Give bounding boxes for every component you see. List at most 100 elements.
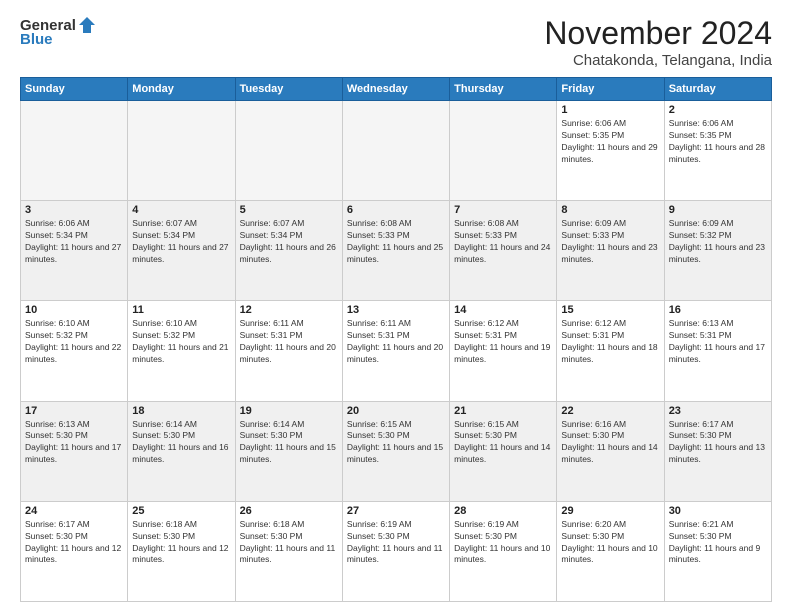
calendar-cell: 24Sunrise: 6:17 AM Sunset: 5:30 PM Dayli… [21,501,128,601]
day-info: Sunrise: 6:06 AM Sunset: 5:35 PM Dayligh… [561,118,659,166]
day-info: Sunrise: 6:13 AM Sunset: 5:31 PM Dayligh… [669,318,767,366]
col-monday: Monday [128,78,235,101]
day-info: Sunrise: 6:14 AM Sunset: 5:30 PM Dayligh… [132,419,230,467]
day-number: 9 [669,204,767,216]
day-info: Sunrise: 6:21 AM Sunset: 5:30 PM Dayligh… [669,519,767,567]
day-info: Sunrise: 6:11 AM Sunset: 5:31 PM Dayligh… [240,318,338,366]
calendar-cell: 22 Sunrise: 6:16 AM Sunset: 5:30 PM Dayli… [557,401,664,501]
calendar-cell: 16 Sunrise: 6:13 AM Sunset: 5:31 PM Dayli… [664,301,771,401]
day-info: Sunrise: 6:15 AM Sunset: 5:30 PM Dayligh… [347,419,445,467]
day-number: 19 [240,405,338,417]
calendar-cell: 10Sunrise: 6:10 AM Sunset: 5:32 PM Dayli… [21,301,128,401]
day-info: Sunrise: 6:09 AM Sunset: 5:32 PM Dayligh… [669,218,767,266]
day-number: 4 [132,204,230,216]
col-saturday: Saturday [664,78,771,101]
day-info: Sunrise: 6:07 AM Sunset: 5:34 PM Dayligh… [132,218,230,266]
day-info: Sunrise: 6:11 AM Sunset: 5:31 PM Dayligh… [347,318,445,366]
day-info: Sunrise: 6:06 AM Sunset: 5:34 PM Dayligh… [25,218,123,266]
day-number: 11 [132,304,230,316]
day-info: Sunrise: 6:14 AM Sunset: 5:30 PM Dayligh… [240,419,338,467]
logo-icon [77,15,97,35]
day-number: 12 [240,304,338,316]
page: General Blue November 2024 Chatakonda, T… [0,0,792,612]
day-info: Sunrise: 6:17 AM Sunset: 5:30 PM Dayligh… [25,519,123,567]
logo-blue: Blue [20,31,53,48]
day-info: Sunrise: 6:13 AM Sunset: 5:30 PM Dayligh… [25,419,123,467]
calendar-cell: 6 Sunrise: 6:08 AM Sunset: 5:33 PM Daylig… [342,201,449,301]
calendar-cell: 21Sunrise: 6:15 AM Sunset: 5:30 PM Dayli… [450,401,557,501]
calendar-week-3: 10Sunrise: 6:10 AM Sunset: 5:32 PM Dayli… [21,301,772,401]
calendar-cell: 29 Sunrise: 6:20 AM Sunset: 5:30 PM Dayli… [557,501,664,601]
calendar-cell [235,101,342,201]
day-info: Sunrise: 6:19 AM Sunset: 5:30 PM Dayligh… [347,519,445,567]
day-number: 7 [454,204,552,216]
day-info: Sunrise: 6:09 AM Sunset: 5:33 PM Dayligh… [561,218,659,266]
day-info: Sunrise: 6:12 AM Sunset: 5:31 PM Dayligh… [454,318,552,366]
calendar-body: 1 Sunrise: 6:06 AM Sunset: 5:35 PM Daylig… [21,101,772,602]
calendar-cell: 19 Sunrise: 6:14 AM Sunset: 5:30 PM Dayli… [235,401,342,501]
calendar-week-2: 3 Sunrise: 6:06 AM Sunset: 5:34 PM Daylig… [21,201,772,301]
col-thursday: Thursday [450,78,557,101]
calendar-cell: 13 Sunrise: 6:11 AM Sunset: 5:31 PM Dayli… [342,301,449,401]
calendar-cell: 26 Sunrise: 6:18 AM Sunset: 5:30 PM Dayli… [235,501,342,601]
header-row: Sunday Monday Tuesday Wednesday Thursday… [21,78,772,101]
calendar-week-5: 24Sunrise: 6:17 AM Sunset: 5:30 PM Dayli… [21,501,772,601]
day-info: Sunrise: 6:06 AM Sunset: 5:35 PM Dayligh… [669,118,767,166]
day-number: 6 [347,204,445,216]
day-number: 26 [240,505,338,517]
col-wednesday: Wednesday [342,78,449,101]
calendar-cell: 18Sunrise: 6:14 AM Sunset: 5:30 PM Dayli… [128,401,235,501]
day-info: Sunrise: 6:08 AM Sunset: 5:33 PM Dayligh… [347,218,445,266]
logo: General Blue [20,15,98,48]
month-title: November 2024 [544,15,772,52]
calendar-cell: 5Sunrise: 6:07 AM Sunset: 5:34 PM Daylig… [235,201,342,301]
day-number: 16 [669,304,767,316]
day-info: Sunrise: 6:16 AM Sunset: 5:30 PM Dayligh… [561,419,659,467]
location: Chatakonda, Telangana, India [544,52,772,69]
calendar-cell: 17Sunrise: 6:13 AM Sunset: 5:30 PM Dayli… [21,401,128,501]
calendar-cell: 9 Sunrise: 6:09 AM Sunset: 5:32 PM Daylig… [664,201,771,301]
day-number: 10 [25,304,123,316]
calendar-cell: 25Sunrise: 6:18 AM Sunset: 5:30 PM Dayli… [128,501,235,601]
day-number: 23 [669,405,767,417]
calendar-header: Sunday Monday Tuesday Wednesday Thursday… [21,78,772,101]
calendar-cell: 20 Sunrise: 6:15 AM Sunset: 5:30 PM Dayli… [342,401,449,501]
day-number: 1 [561,104,659,116]
header: General Blue November 2024 Chatakonda, T… [20,15,772,69]
col-tuesday: Tuesday [235,78,342,101]
day-number: 8 [561,204,659,216]
calendar-cell: 4 Sunrise: 6:07 AM Sunset: 5:34 PM Daylig… [128,201,235,301]
day-number: 28 [454,505,552,517]
day-number: 29 [561,505,659,517]
day-number: 25 [132,505,230,517]
day-info: Sunrise: 6:18 AM Sunset: 5:30 PM Dayligh… [240,519,338,567]
col-friday: Friday [557,78,664,101]
calendar-cell [342,101,449,201]
calendar-cell [128,101,235,201]
day-info: Sunrise: 6:12 AM Sunset: 5:31 PM Dayligh… [561,318,659,366]
day-info: Sunrise: 6:07 AM Sunset: 5:34 PM Dayligh… [240,218,338,266]
day-number: 20 [347,405,445,417]
calendar-cell: 1 Sunrise: 6:06 AM Sunset: 5:35 PM Daylig… [557,101,664,201]
calendar-week-4: 17Sunrise: 6:13 AM Sunset: 5:30 PM Dayli… [21,401,772,501]
calendar-week-1: 1 Sunrise: 6:06 AM Sunset: 5:35 PM Daylig… [21,101,772,201]
day-number: 22 [561,405,659,417]
calendar-cell: 7 Sunrise: 6:08 AM Sunset: 5:33 PM Daylig… [450,201,557,301]
calendar-cell: 23Sunrise: 6:17 AM Sunset: 5:30 PM Dayli… [664,401,771,501]
day-info: Sunrise: 6:20 AM Sunset: 5:30 PM Dayligh… [561,519,659,567]
calendar-cell: 15 Sunrise: 6:12 AM Sunset: 5:31 PM Dayli… [557,301,664,401]
day-number: 30 [669,505,767,517]
day-number: 15 [561,304,659,316]
calendar-cell: 8 Sunrise: 6:09 AM Sunset: 5:33 PM Daylig… [557,201,664,301]
calendar-table: Sunday Monday Tuesday Wednesday Thursday… [20,77,772,602]
calendar-cell [21,101,128,201]
calendar-cell: 12 Sunrise: 6:11 AM Sunset: 5:31 PM Dayli… [235,301,342,401]
calendar-cell: 3 Sunrise: 6:06 AM Sunset: 5:34 PM Daylig… [21,201,128,301]
day-number: 13 [347,304,445,316]
day-number: 3 [25,204,123,216]
day-number: 2 [669,104,767,116]
day-info: Sunrise: 6:08 AM Sunset: 5:33 PM Dayligh… [454,218,552,266]
day-number: 21 [454,405,552,417]
calendar-cell: 14Sunrise: 6:12 AM Sunset: 5:31 PM Dayli… [450,301,557,401]
day-number: 27 [347,505,445,517]
